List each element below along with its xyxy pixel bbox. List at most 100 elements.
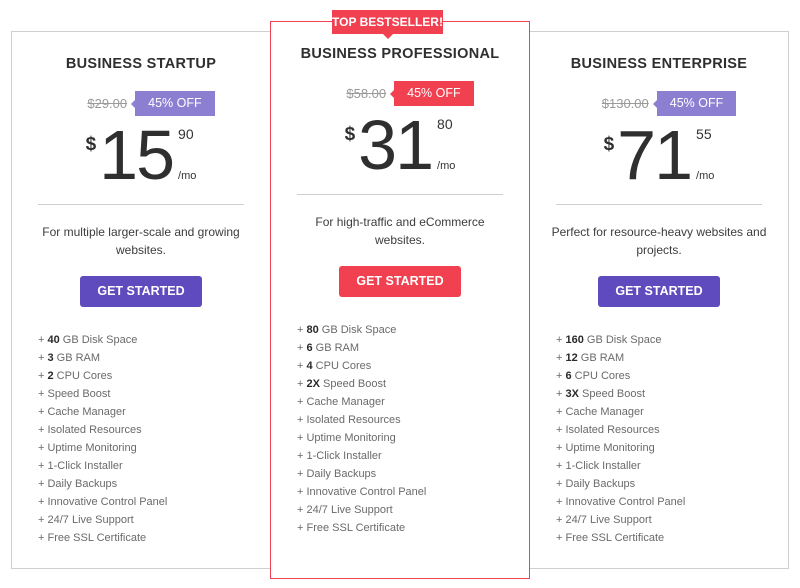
feature-label: Speed Boost (578, 388, 646, 400)
get-started-button[interactable]: GET STARTED (80, 276, 202, 307)
feature-item: + Free SSL Certificate (38, 529, 270, 547)
feature-item: + 6 CPU Cores (556, 367, 788, 385)
feature-label: Daily Backups (306, 468, 377, 480)
divider (556, 204, 762, 205)
feature-label: CPU Cores (53, 370, 113, 382)
get-started-button[interactable]: GET STARTED (598, 276, 720, 307)
feature-label: Daily Backups (47, 478, 118, 490)
feature-label: Daily Backups (565, 478, 636, 490)
discount-badge: 45% OFF (652, 91, 737, 116)
feature-item: + Cache Manager (38, 403, 270, 421)
feature-label: 24/7 Live Support (47, 514, 134, 526)
feature-label: Uptime Monitoring (565, 442, 655, 454)
feature-label: Free SSL Certificate (47, 532, 147, 544)
pricing-card-enterprise: BUSINESS ENTERPRISE $130.00 45% OFF $ 71… (529, 31, 789, 569)
price-cents: 80 (437, 116, 453, 132)
discount-badge: 45% OFF (390, 81, 474, 106)
feature-label: Innovative Control Panel (565, 496, 686, 508)
feature-label: Innovative Control Panel (47, 496, 168, 508)
feature-item: + Cache Manager (297, 393, 529, 411)
feature-label: GB RAM (53, 352, 101, 364)
feature-label: Speed Boost (47, 388, 111, 400)
pricing-card-startup: BUSINESS STARTUP $29.00 45% OFF $ 15 90 … (11, 31, 271, 569)
feature-value: 80 (306, 324, 319, 336)
feature-label: 24/7 Live Support (565, 514, 652, 526)
price-period: /mo (437, 160, 456, 172)
feature-item: + Isolated Resources (38, 421, 270, 439)
feature-label: 1-Click Installer (565, 460, 641, 472)
feature-item: + 3X Speed Boost (556, 385, 788, 403)
feature-label: CPU Cores (571, 370, 631, 382)
feature-item: + Daily Backups (556, 475, 788, 493)
feature-item: + Cache Manager (556, 403, 788, 421)
feature-value: 40 (47, 334, 60, 346)
feature-label: Isolated Resources (47, 424, 142, 436)
feature-item: + Free SSL Certificate (297, 519, 529, 537)
feature-list: + 160 GB Disk Space + 12 GB RAM + 6 CPU Co… (530, 331, 788, 547)
currency-symbol: $ (603, 134, 615, 155)
feature-label: Cache Manager (47, 406, 126, 418)
feature-label: Isolated Resources (565, 424, 660, 436)
price-whole: 15 (99, 116, 175, 194)
feature-item: + 2X Speed Boost (297, 375, 529, 393)
feature-list: + 40 GB Disk Space + 3 GB RAM + 2 CPU Core… (12, 331, 270, 547)
feature-item: + 160 GB Disk Space (556, 331, 788, 349)
divider (297, 194, 503, 195)
feature-item: + Free SSL Certificate (556, 529, 788, 547)
price: $ 15 90 /mo (12, 116, 270, 194)
feature-label: Free SSL Certificate (565, 532, 665, 544)
feature-label: Isolated Resources (306, 414, 401, 426)
plan-description: For high-traffic and eCommerce websites. (315, 215, 485, 247)
feature-label: Innovative Control Panel (306, 486, 427, 498)
price-cents: 55 (696, 126, 712, 142)
price: $ 31 80 /mo (271, 106, 529, 184)
discount-badge: 45% OFF (131, 91, 215, 116)
feature-label: Speed Boost (319, 378, 387, 390)
feature-item: + 3 GB RAM (38, 349, 270, 367)
divider (38, 204, 244, 205)
feature-label: Uptime Monitoring (47, 442, 137, 454)
plan-description: Perfect for resource-heavy websites and … (551, 225, 767, 257)
feature-item: + Innovative Control Panel (556, 493, 788, 511)
feature-label: Cache Manager (306, 396, 385, 408)
feature-label: Cache Manager (565, 406, 644, 418)
discount-row: $130.00 45% OFF (530, 91, 788, 116)
discount-row: $29.00 45% OFF (12, 91, 270, 116)
feature-item: + Daily Backups (38, 475, 270, 493)
plan-description: For multiple larger-scale and growing we… (42, 225, 240, 257)
price-cents: 90 (178, 126, 194, 142)
price-whole: 71 (617, 116, 693, 194)
feature-label: GB RAM (312, 342, 360, 354)
feature-item: + Isolated Resources (556, 421, 788, 439)
plan-title: BUSINESS ENTERPRISE (570, 56, 748, 72)
feature-item: + 40 GB Disk Space (38, 331, 270, 349)
feature-value: 2X (306, 378, 320, 390)
feature-item: + Uptime Monitoring (556, 439, 788, 457)
feature-item: + Innovative Control Panel (297, 483, 529, 501)
feature-item: + Uptime Monitoring (297, 429, 529, 447)
discount-row: $58.00 45% OFF (271, 81, 529, 106)
feature-item: + 1-Click Installer (556, 457, 788, 475)
feature-label: 1-Click Installer (47, 460, 123, 472)
price-period: /mo (178, 170, 197, 182)
get-started-button[interactable]: GET STARTED (339, 266, 461, 297)
feature-item: + 24/7 Live Support (297, 501, 529, 519)
feature-label: GB Disk Space (59, 334, 138, 346)
price: $ 71 55 /mo (530, 116, 788, 194)
currency-symbol: $ (344, 124, 356, 145)
feature-item: + 1-Click Installer (38, 457, 270, 475)
feature-label: Uptime Monitoring (306, 432, 396, 444)
plan-title: BUSINESS PROFESSIONAL (300, 46, 500, 62)
feature-item: + 2 CPU Cores (38, 367, 270, 385)
feature-item: + Isolated Resources (297, 411, 529, 429)
feature-label: CPU Cores (312, 360, 372, 372)
feature-label: GB Disk Space (583, 334, 662, 346)
feature-item: + Speed Boost (38, 385, 270, 403)
feature-item: + 12 GB RAM (556, 349, 788, 367)
feature-item: + 80 GB Disk Space (297, 321, 529, 339)
old-price: $130.00 (601, 96, 649, 111)
feature-label: 1-Click Installer (306, 450, 382, 462)
price-period: /mo (696, 170, 715, 182)
price-whole: 31 (358, 106, 434, 184)
pricing-card-professional: TOP BESTSELLER! BUSINESS PROFESSIONAL $5… (270, 10, 530, 579)
